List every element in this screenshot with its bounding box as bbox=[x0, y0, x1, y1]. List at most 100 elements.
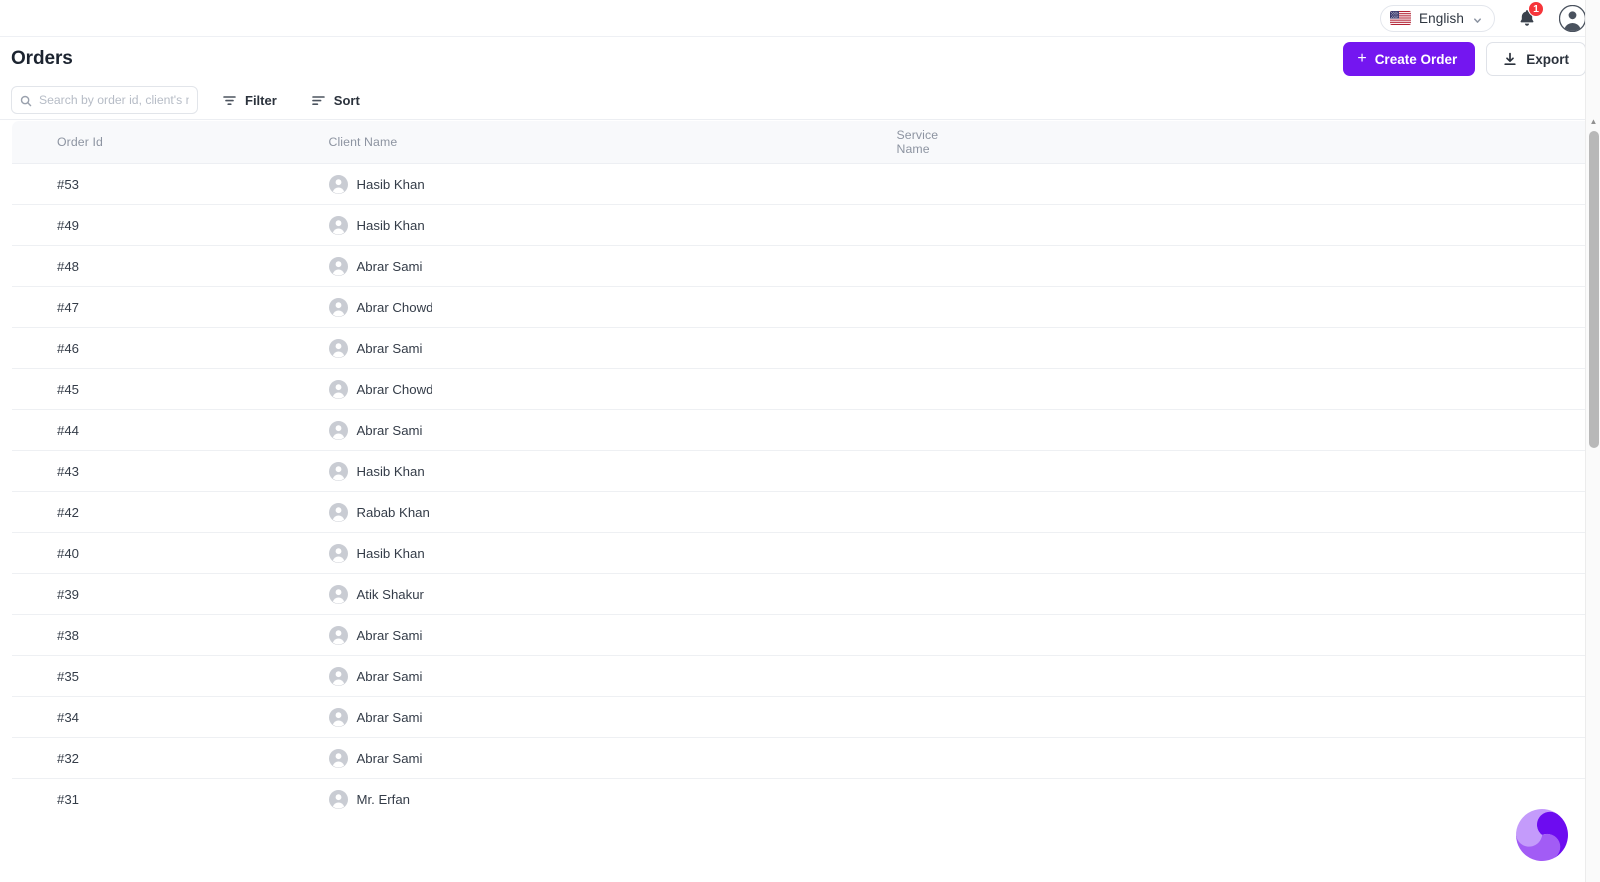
client-name-text: Hasib Khan bbox=[357, 218, 425, 233]
table-header: Order Id Client Name Service Name Kick O… bbox=[12, 121, 1600, 164]
cell-order-id: #49 bbox=[57, 218, 79, 233]
cell-client-name: Rabab Khan Rongon QA bbox=[329, 503, 432, 522]
avatar bbox=[329, 421, 348, 440]
client-name-text: Abrar Sami bbox=[357, 628, 423, 643]
filter-icon bbox=[222, 93, 237, 108]
table-row[interactable]: #44Abrar SamiShort Videos on Ti...--One … bbox=[12, 410, 1600, 451]
column-header-order-id[interactable]: Order Id bbox=[12, 121, 147, 164]
orders-table-region: Order Id Client Name Service Name Kick O… bbox=[0, 120, 1600, 882]
cell-client-name: Abrar Sami bbox=[329, 421, 432, 440]
notification-count-badge: 1 bbox=[1528, 1, 1544, 17]
header-actions: + Create Order Export bbox=[1343, 42, 1586, 76]
avatar bbox=[329, 585, 348, 604]
cell-order-id: #31 bbox=[57, 792, 79, 807]
table-row[interactable]: #46Abrar SamiShort Videos on Ti...--One … bbox=[12, 328, 1600, 369]
table-header-row: Order Id Client Name Service Name Kick O… bbox=[12, 121, 1600, 164]
search-box[interactable] bbox=[11, 86, 198, 114]
scrollbar-thumb[interactable] bbox=[1589, 131, 1599, 448]
cell-client-name: Mr. Erfan bbox=[329, 790, 432, 809]
create-order-button[interactable]: + Create Order bbox=[1343, 42, 1475, 76]
cell-order-id: #39 bbox=[57, 587, 79, 602]
cell-order-id: #48 bbox=[57, 259, 79, 274]
client-name-text: Rabab Khan Rongon QA bbox=[357, 505, 432, 520]
client-name-text: Abrar Chowdhury bbox=[357, 300, 432, 315]
cell-client-name: Hasib Khan bbox=[329, 216, 432, 235]
horizontal-scrollbar[interactable] bbox=[0, 878, 1600, 882]
client-name-text: Hasib Khan bbox=[357, 546, 425, 561]
cell-order-id: #46 bbox=[57, 341, 79, 356]
chevron-down-icon bbox=[1472, 13, 1483, 24]
sort-button[interactable]: Sort bbox=[301, 87, 370, 114]
cell-client-name: Abrar Sami bbox=[329, 339, 432, 358]
table-row[interactable]: #34Abrar SamiBacklink Outreach ...--Subs… bbox=[12, 697, 1600, 738]
cell-client-name: Atik Shakur bbox=[329, 585, 432, 604]
table-row[interactable]: #43Hasib KhanShort Videos on Ti...--One … bbox=[12, 451, 1600, 492]
language-selector[interactable]: English bbox=[1380, 5, 1495, 32]
filter-label: Filter bbox=[245, 93, 277, 108]
column-header-service-name[interactable]: Service Name bbox=[432, 121, 897, 164]
cell-order-id: #40 bbox=[57, 546, 79, 561]
table-row[interactable]: #45Abrar ChowdhuryBacklink Outreach ...-… bbox=[12, 369, 1600, 410]
download-icon bbox=[1503, 52, 1517, 66]
table-row[interactable]: #49Hasib KhanShort Videos on Ti...12 Jun… bbox=[12, 205, 1600, 246]
cell-order-id: #32 bbox=[57, 751, 79, 766]
client-name-text: Abrar Sami bbox=[357, 751, 423, 766]
pinwheel-help-icon[interactable] bbox=[1511, 804, 1573, 866]
table-toolbar: Filter Sort bbox=[0, 81, 1600, 120]
language-label: English bbox=[1419, 11, 1464, 26]
cell-client-name: Abrar Sami bbox=[329, 257, 432, 276]
page-title: Orders bbox=[11, 48, 73, 70]
cell-client-name: Abrar Chowdhury bbox=[329, 298, 432, 317]
client-name-text: Abrar Chowdhury bbox=[357, 382, 432, 397]
vertical-scrollbar[interactable]: ▲ bbox=[1585, 0, 1600, 882]
create-order-label: Create Order bbox=[1375, 52, 1458, 67]
user-avatar-icon[interactable] bbox=[1559, 5, 1586, 32]
table-row[interactable]: #42Rabab Khan Rongon QAShort Videos on T… bbox=[12, 492, 1600, 533]
cell-client-name: Abrar Chowdhury bbox=[329, 380, 432, 399]
cell-order-id: #53 bbox=[57, 177, 79, 192]
cell-client-name: Abrar Sami bbox=[329, 626, 432, 645]
cell-client-name: Hasib Khan bbox=[329, 175, 432, 194]
client-name-text: Abrar Sami bbox=[357, 669, 423, 684]
table-row[interactable]: #40Hasib KhanShort Videos on Ti...--One … bbox=[12, 533, 1600, 574]
avatar bbox=[329, 298, 348, 317]
column-header-kick-off-date[interactable]: Kick Off Date bbox=[897, 121, 1598, 164]
column-header-client-name[interactable]: Client Name bbox=[147, 121, 432, 164]
avatar bbox=[329, 339, 348, 358]
cell-order-id: #45 bbox=[57, 382, 79, 397]
avatar bbox=[329, 257, 348, 276]
search-input[interactable] bbox=[39, 93, 189, 107]
table-row[interactable]: #35Abrar SamiShort Videos on Ti...--One … bbox=[12, 656, 1600, 697]
client-name-text: Mr. Erfan bbox=[357, 792, 411, 807]
top-bar: English 1 bbox=[0, 0, 1600, 37]
table-row[interactable]: #39Atik ShakurGraphic Design--One TimeOn… bbox=[12, 574, 1600, 615]
table-row[interactable]: #48Abrar SamiBlog Article--One TimePendi… bbox=[12, 246, 1600, 287]
table-body: #53Hasib KhanBlog Article--One TimeOngoi… bbox=[12, 164, 1600, 820]
cell-order-id: #44 bbox=[57, 423, 79, 438]
table-row[interactable]: #47Abrar ChowdhurySEO--One TimeOngoing bbox=[12, 287, 1600, 328]
cell-order-id: #35 bbox=[57, 669, 79, 684]
notifications-button[interactable]: 1 bbox=[1517, 8, 1537, 28]
scroll-up-arrow[interactable]: ▲ bbox=[1586, 114, 1600, 129]
cell-client-name: Abrar Sami bbox=[329, 708, 432, 727]
avatar bbox=[329, 462, 348, 481]
cell-order-id: #47 bbox=[57, 300, 79, 315]
table-row[interactable]: #32Abrar SamiBacklink Outreach ...--Subs… bbox=[12, 738, 1600, 779]
client-name-text: Abrar Sami bbox=[357, 341, 423, 356]
avatar bbox=[329, 175, 348, 194]
filter-button[interactable]: Filter bbox=[212, 87, 287, 114]
avatar bbox=[329, 544, 348, 563]
us-flag-icon bbox=[1390, 11, 1411, 25]
sort-label: Sort bbox=[334, 93, 360, 108]
sort-icon bbox=[311, 93, 326, 108]
table-row[interactable]: #31Mr. ErfanContent Marketing--Subscript… bbox=[12, 779, 1600, 820]
orders-table: Order Id Client Name Service Name Kick O… bbox=[11, 120, 1600, 820]
client-name-text: Abrar Sami bbox=[357, 710, 423, 725]
avatar bbox=[329, 503, 348, 522]
table-row[interactable]: #53Hasib KhanBlog Article--One TimeOngoi… bbox=[12, 164, 1600, 205]
cell-client-name: Abrar Sami bbox=[329, 667, 432, 686]
table-row[interactable]: #38Abrar SamiGraphic Design--One TimeOng… bbox=[12, 615, 1600, 656]
cell-order-id: #38 bbox=[57, 628, 79, 643]
export-button[interactable]: Export bbox=[1486, 42, 1586, 76]
export-label: Export bbox=[1526, 52, 1569, 67]
